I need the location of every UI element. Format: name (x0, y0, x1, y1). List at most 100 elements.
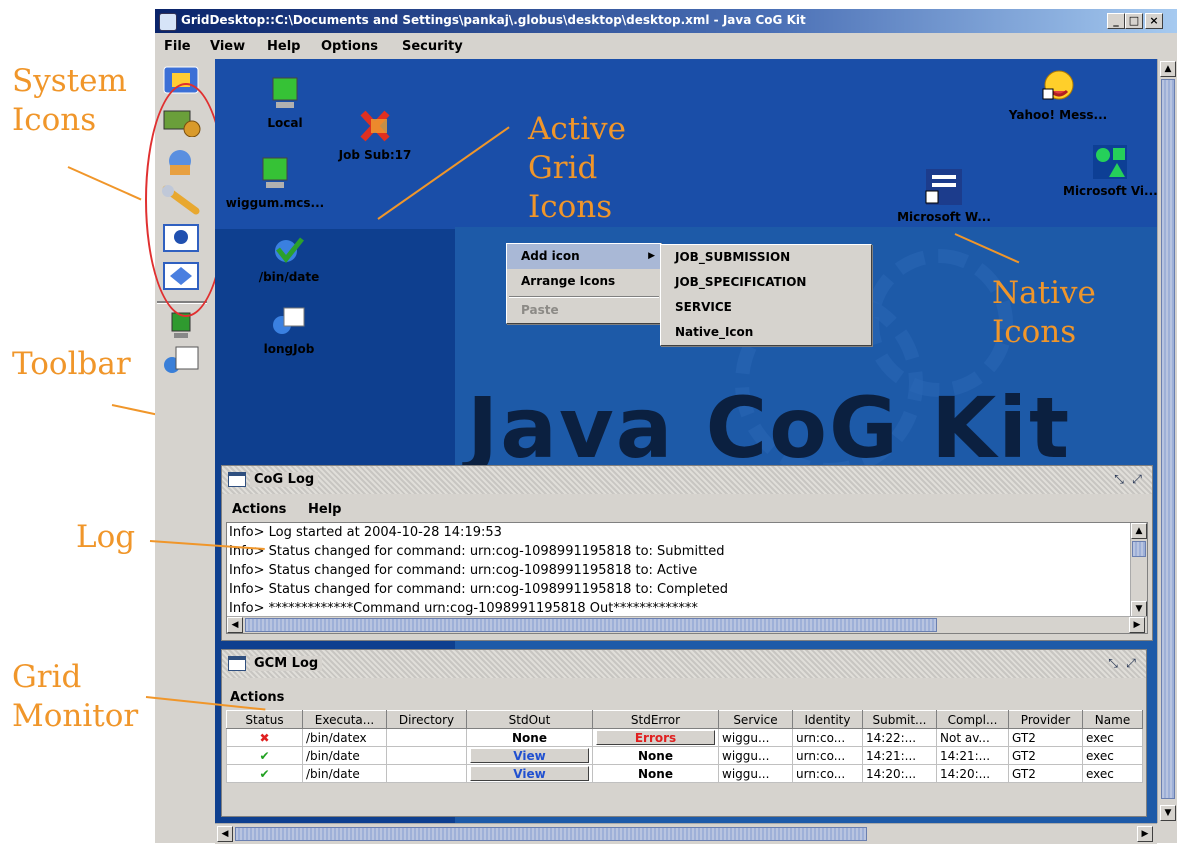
log-line: Info> Log started at 2004-10-28 14:19:53 (229, 525, 502, 540)
menu-item-paste: Paste (521, 303, 559, 317)
desktop-icon-yahoo[interactable]: Yahoo! Mess... (1003, 69, 1113, 122)
scroll-up-icon[interactable]: ▲ (1131, 523, 1147, 539)
scroll-up-icon[interactable]: ▲ (1160, 61, 1176, 77)
log-line: Info> Status changed for command: urn:co… (229, 544, 725, 559)
title-bar[interactable]: GridDesktop::C:\Documents and Settings\p… (155, 9, 1177, 33)
desktop-hscrollbar[interactable]: ◀ ▶ (215, 823, 1157, 844)
column-header[interactable]: Identity (792, 710, 863, 729)
grid-monitor-table: Status Executa... Directory StdOut StdEr… (226, 710, 1143, 783)
gcm-log-titlebar[interactable]: GCM Log ⤡ ⤢ (222, 650, 1146, 678)
scroll-down-icon[interactable]: ▼ (1131, 601, 1147, 617)
annotation-system-icons: System Icons (12, 63, 127, 138)
annotation-native-icons: Native Icons (992, 275, 1096, 350)
column-header[interactable]: StdOut (466, 710, 593, 729)
maximize-frame-icon[interactable]: ⤢ (1124, 656, 1138, 670)
submenu-item-native-icon[interactable]: Native_Icon (661, 320, 871, 345)
menu-item-arrange-icons[interactable]: Arrange Icons (507, 269, 661, 294)
window-title: GridDesktop::C:\Documents and Settings\p… (181, 13, 806, 27)
scroll-left-icon[interactable]: ◀ (227, 617, 243, 633)
directory-cell (386, 728, 467, 747)
service-cell: wiggu... (718, 764, 793, 783)
completed-cell: 14:20:... (936, 764, 1009, 783)
menu-options[interactable]: Options (321, 39, 378, 54)
stderr-cell: None (592, 746, 719, 765)
maximize-button[interactable]: □ (1125, 13, 1143, 29)
status-cell: ✖ (226, 728, 303, 747)
gcm-log-menu-actions[interactable]: Actions (230, 690, 284, 705)
desktop-icon-bin-date[interactable]: /bin/date (249, 235, 329, 284)
submit-cell: 14:21:... (862, 746, 937, 765)
desktop-icon-job-sub[interactable]: Job Sub:17 (325, 109, 425, 162)
cog-log-menu-help[interactable]: Help (308, 502, 341, 517)
desktop-vscrollbar[interactable]: ▲ ▼ (1157, 59, 1177, 823)
view-errors-button[interactable]: Errors (596, 730, 715, 745)
scroll-thumb[interactable] (235, 827, 867, 841)
provider-cell: GT2 (1008, 728, 1083, 747)
submenu-item-job-specification[interactable]: JOB_SPECIFICATION (661, 270, 871, 295)
menu-item-add-icon[interactable]: Add icon ▶ (507, 244, 661, 269)
column-header[interactable]: Directory (386, 710, 467, 729)
view-stdout-button[interactable]: View (470, 748, 589, 763)
iconify-icon[interactable]: ⤡ (1106, 656, 1120, 670)
job-spec-icon[interactable] (160, 345, 202, 375)
cog-kit-watermark: Java CoG Kit (467, 379, 1072, 477)
close-button[interactable]: × (1145, 13, 1163, 29)
identity-cell: urn:co... (792, 764, 863, 783)
executable-cell: /bin/date (302, 764, 387, 783)
cog-log-textarea[interactable]: Info> Log started at 2004-10-28 14:19:53… (226, 522, 1148, 634)
column-header[interactable]: Service (718, 710, 793, 729)
submenu-item-service[interactable]: SERVICE (661, 295, 871, 320)
column-header[interactable]: Status (226, 710, 303, 729)
annotation-active-grid-icons: Active Grid Icons (528, 111, 626, 225)
cog-log-vscrollbar[interactable]: ▲ ▼ (1130, 523, 1147, 617)
desktop-icon-word[interactable]: Microsoft W... (879, 169, 1009, 224)
stderr-cell: Errors (592, 728, 719, 747)
identity-cell: urn:co... (792, 728, 863, 747)
directory-cell (386, 764, 467, 783)
minimize-button[interactable]: _ (1107, 13, 1125, 29)
column-header[interactable]: Submit... (862, 710, 937, 729)
table-row[interactable]: ✔/bin/date View None wiggu... urn:co... 14:21… (226, 746, 1143, 765)
cog-log-title: CoG Log (250, 472, 319, 487)
annotation-toolbar: Toolbar (12, 346, 131, 382)
directory-cell (386, 746, 467, 765)
cog-log-titlebar[interactable]: CoG Log ⤡ ⤢ (222, 466, 1152, 494)
provider-cell: GT2 (1008, 764, 1083, 783)
scroll-thumb[interactable] (1132, 541, 1146, 557)
column-header[interactable]: Compl... (936, 710, 1009, 729)
service-cell: wiggu... (718, 728, 793, 747)
app-icon (159, 13, 177, 31)
scroll-thumb[interactable] (1161, 79, 1175, 799)
desktop-icon-visio[interactable]: Microsoft Vi... (1063, 145, 1157, 198)
cog-log-menu-actions[interactable]: Actions (232, 502, 286, 517)
scroll-right-icon[interactable]: ▶ (1137, 826, 1153, 842)
table-row[interactable]: ✔/bin/date View None wiggu... urn:co... 14:20… (226, 764, 1143, 783)
menu-security[interactable]: Security (402, 39, 463, 54)
scroll-right-icon[interactable]: ▶ (1129, 617, 1145, 633)
menu-help[interactable]: Help (267, 39, 300, 54)
desktop-icon-wiggum[interactable]: wiggum.mcs... (225, 157, 325, 210)
table-row[interactable]: ✖/bin/datex None Errors wiggu... urn:co... 14… (226, 728, 1143, 747)
iconify-icon[interactable]: ⤡ (1112, 472, 1126, 486)
desktop-icon-longjob[interactable]: longJob (249, 305, 329, 356)
menu-view[interactable]: View (210, 39, 245, 54)
stdout-cell: None (466, 728, 593, 747)
submenu-arrow-icon: ▶ (648, 251, 655, 261)
column-header[interactable]: Name (1082, 710, 1143, 729)
column-header[interactable]: Executa... (302, 710, 387, 729)
log-line: Info> Status changed for command: urn:co… (229, 563, 698, 578)
view-stdout-button[interactable]: View (470, 766, 589, 781)
desktop-icon-local[interactable]: Local (257, 77, 313, 130)
annotation-arrow (67, 166, 142, 201)
service-cell: wiggu... (718, 746, 793, 765)
cog-log-hscrollbar[interactable]: ◀ ▶ (227, 616, 1147, 633)
scroll-left-icon[interactable]: ◀ (217, 826, 233, 842)
grid-desktop[interactable]: Java CoG Kit Local Job Sub:17 wiggum.mcs… (215, 59, 1157, 823)
maximize-frame-icon[interactable]: ⤢ (1130, 472, 1144, 486)
column-header[interactable]: StdError (592, 710, 719, 729)
scroll-down-icon[interactable]: ▼ (1160, 805, 1176, 821)
menu-file[interactable]: File (164, 39, 191, 54)
scroll-thumb[interactable] (245, 618, 937, 632)
submenu-item-job-submission[interactable]: JOB_SUBMISSION (661, 245, 871, 270)
column-header[interactable]: Provider (1008, 710, 1083, 729)
